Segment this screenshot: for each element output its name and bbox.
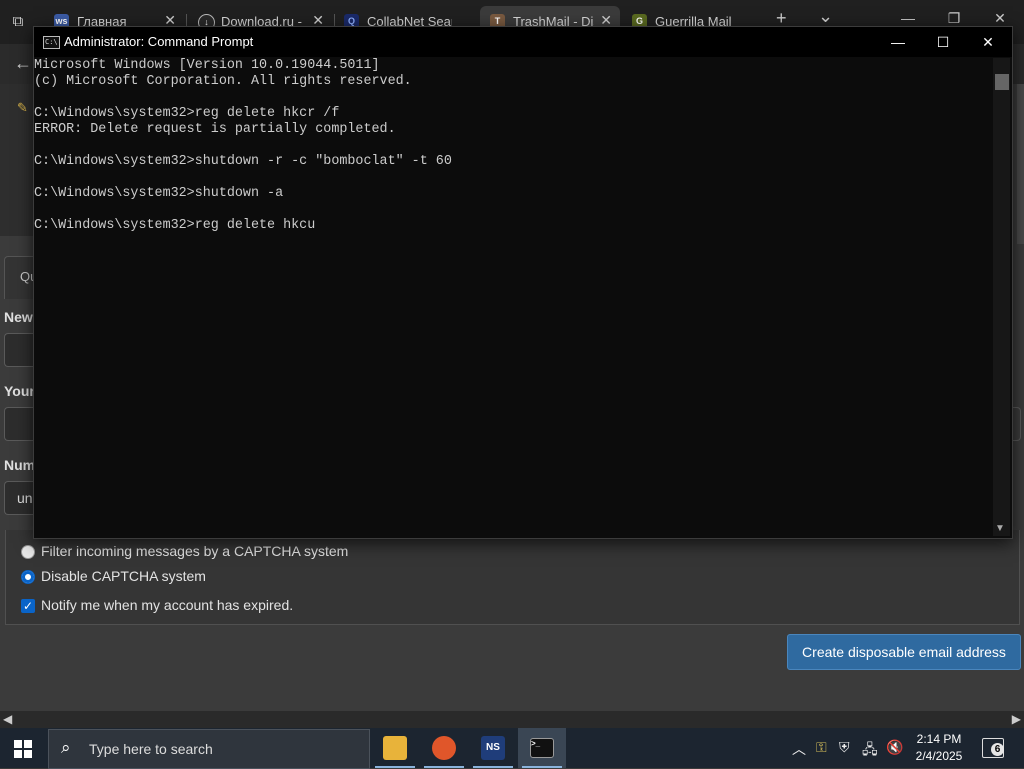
option-label: Filter incoming messages by a CAPTCHA sy… (41, 543, 349, 559)
page-scrollbar[interactable] (1017, 84, 1024, 244)
taskbar: ⌕ Type here to search NS >_ ︿ ⚿ ⛨ 🖧 🔇 2:… (0, 728, 1024, 769)
console-line: ERROR: Delete request is partially compl… (34, 122, 396, 137)
browser-minimize-button[interactable]: — (898, 10, 918, 26)
console-line: C:\Windows\system32>shutdown -a (34, 186, 284, 201)
clock-time: 2:14 PM (916, 732, 962, 746)
firefox-icon (432, 736, 456, 760)
pencil-icon: ✎ (17, 100, 28, 115)
option-label: Notify me when my account has expired. (41, 597, 294, 613)
clock-date: 2/4/2025 (915, 749, 963, 763)
notification-center-icon[interactable]: 6 (982, 738, 1004, 758)
taskbar-command-prompt[interactable]: >_ (518, 728, 566, 768)
taskbar-search-box[interactable]: ⌕ Type here to search (48, 729, 370, 769)
your-label: Your (4, 383, 35, 399)
cmd-minimize-button[interactable]: — (878, 31, 918, 53)
search-placeholder: Type here to search (89, 741, 213, 757)
console-line: (c) Microsoft Corporation. All rights re… (34, 74, 412, 89)
cmd-title: Administrator: Command Prompt (64, 34, 254, 49)
notification-count-badge: 6 (991, 743, 1004, 756)
network-icon[interactable]: 🖧 (862, 739, 878, 763)
scroll-right-icon[interactable]: ▶ (1012, 712, 1021, 726)
ns-app-icon: NS (481, 736, 505, 760)
scroll-down-icon[interactable]: ▼ (995, 523, 1005, 534)
windows-start-icon[interactable] (14, 740, 32, 758)
number-value: un (17, 490, 33, 506)
show-hidden-icons-chevron-icon[interactable]: ︿ (792, 739, 806, 759)
console-line: C:\Windows\system32>reg delete hkcu (34, 218, 316, 233)
back-arrow-icon[interactable]: ← (14, 53, 32, 74)
cmd-scrollbar-thumb[interactable] (995, 74, 1009, 90)
browser-close-button[interactable]: ✕ (990, 10, 1010, 27)
taskbar-ns-app[interactable]: NS (469, 728, 517, 768)
cmd-title-bar[interactable]: C:\ Administrator: Command Prompt — ☐ ✕ (34, 27, 1012, 57)
new-label: New (4, 309, 33, 325)
console-line: C:\Windows\system32>shutdown -r -c "bomb… (34, 154, 452, 169)
field-edge (1012, 407, 1021, 441)
command-prompt-window[interactable]: C:\ Administrator: Command Prompt — ☐ ✕ … (33, 26, 1013, 539)
tab-actions-icon[interactable]: ⧉ (8, 12, 28, 32)
browser-restore-button[interactable]: ❐ (944, 10, 964, 27)
taskbar-clock[interactable]: 2:14 PM 2/4/2025 (908, 731, 970, 765)
key-icon[interactable]: ⚿ (816, 739, 827, 756)
create-email-button[interactable]: Create disposable email address (787, 634, 1021, 670)
scroll-left-icon[interactable]: ◀ (3, 712, 12, 726)
cmd-maximize-button[interactable]: ☐ (923, 31, 963, 53)
options-panel: Filter incoming messages by a CAPTCHA sy… (5, 530, 1020, 625)
volume-muted-icon[interactable]: 🔇 (886, 739, 903, 756)
number-label: Num (4, 457, 36, 473)
security-icon[interactable]: ⛨ (839, 739, 850, 756)
taskbar-firefox[interactable] (420, 728, 468, 768)
checkmark-icon[interactable]: ✓ (21, 599, 35, 613)
cmd-close-button[interactable]: ✕ (968, 31, 1008, 53)
horizontal-scrollbar[interactable]: ◀ ▶ (0, 711, 1024, 728)
disable-captcha-radio[interactable] (21, 570, 35, 584)
cmd-app-icon: C:\ (43, 36, 60, 49)
cmd-scrollbar[interactable]: ▼ (993, 58, 1010, 536)
captcha-filter-radio[interactable] (21, 545, 35, 559)
option-label: Disable CAPTCHA system (41, 568, 206, 584)
console-text: Microsoft Windows [Version 10.0.19044.50… (34, 58, 990, 234)
console-line: Microsoft Windows [Version 10.0.19044.50… (34, 58, 380, 73)
cmd-taskbar-icon: >_ (530, 738, 554, 758)
taskbar-file-explorer[interactable] (371, 728, 419, 768)
folder-icon (383, 736, 407, 760)
cmd-console-output[interactable]: Microsoft Windows [Version 10.0.19044.50… (34, 58, 990, 536)
tab-list-button[interactable]: ⌄ (818, 6, 833, 27)
search-icon: ⌕ (61, 738, 71, 757)
console-line: C:\Windows\system32>reg delete hkcr /f (34, 106, 340, 121)
